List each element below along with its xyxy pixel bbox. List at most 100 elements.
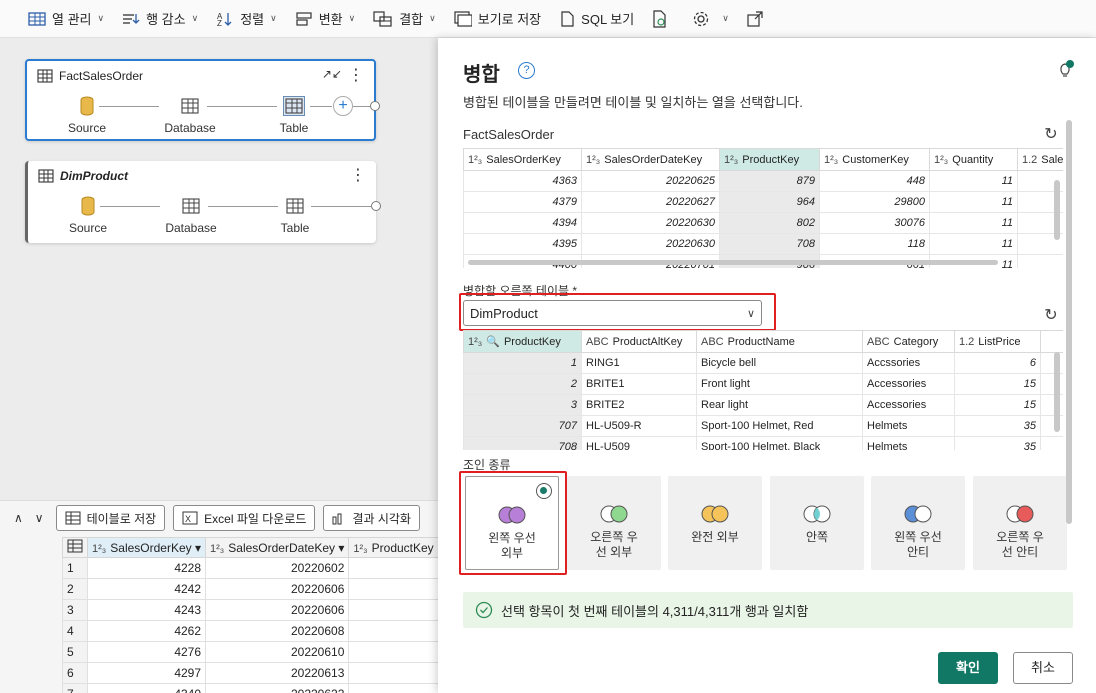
table-row[interactable]: 7434020220622 — [62, 683, 439, 693]
column-header[interactable]: ABC ProductAltKey — [581, 330, 697, 353]
query-card-dimproduct[interactable]: DimProduct ⋮ Source Database Table — [25, 161, 381, 243]
manage-columns-menu[interactable]: 열 관리 ∨ — [22, 4, 110, 34]
select-all-cell[interactable] — [62, 537, 88, 558]
transform-icon — [296, 11, 312, 26]
table-icon — [182, 198, 200, 214]
popout-icon — [747, 10, 763, 27]
right-table-scrollbar[interactable] — [1054, 352, 1060, 432]
svg-text:Z: Z — [217, 19, 222, 27]
refresh-icon[interactable]: ↻ — [1042, 307, 1060, 325]
step-source[interactable]: Source — [53, 195, 123, 235]
settings-menu[interactable]: ∨ — [686, 4, 735, 34]
sql-view-button[interactable]: SQL 보기 — [553, 4, 640, 34]
right-table-preview[interactable]: 1²₃ 🔍 ProductKey ABC ProductAltKey ABC Produ… — [463, 330, 1063, 450]
query-card-factsalesorder[interactable]: FactSalesOrder ↗↙ ⋮ Source Database Tabl… — [25, 59, 380, 141]
chevron-down-icon: ∨ — [348, 13, 356, 23]
results-toolbar: ∧ ∨ 테이블로 저장 X Excel 파일 다운로드 결과 시각화 — [0, 501, 438, 535]
table-icon — [28, 11, 46, 26]
query-name: FactSalesOrder — [59, 69, 144, 83]
chevron-down-icon: ∨ — [722, 13, 729, 23]
table-icon — [67, 539, 83, 553]
chevron-down-icon[interactable]: ∨ — [35, 511, 44, 525]
table-row[interactable]: 2 4242 20220606 — [62, 578, 439, 600]
sort-icon: AZ — [217, 12, 232, 27]
results-panel: ∧ ∨ 테이블로 저장 X Excel 파일 다운로드 결과 시각화 1²₃ Sa… — [0, 500, 439, 693]
combine-menu[interactable]: 결합 ∨ — [367, 4, 442, 34]
table-row[interactable]: 6 4297 20220613 — [62, 662, 439, 684]
collapse-icon[interactable]: ↗↙ — [322, 67, 342, 81]
table-row: 4395 20220630 708 118 11 — [463, 233, 1063, 255]
join-full-outer[interactable]: 완전 외부 — [668, 476, 762, 570]
step-source[interactable]: Source — [52, 95, 122, 135]
lightbulb-icon[interactable] — [1056, 60, 1076, 83]
step-connector — [310, 106, 332, 107]
more-options-icon[interactable]: ⋮ — [350, 165, 366, 185]
refresh-icon[interactable]: ↻ — [1042, 126, 1060, 144]
right-table-grid: 1²₃ 🔍 ProductKey ABC ProductAltKey ABC Produ… — [463, 330, 1063, 450]
column-header[interactable]: 1²₃ SalesOrderDateKey — [581, 148, 720, 171]
column-header[interactable]: ABC Category — [862, 330, 955, 353]
refresh-file-button[interactable] — [646, 4, 680, 34]
step-table[interactable]: Table — [259, 95, 329, 135]
transform-menu[interactable]: 변환 ∨ — [289, 4, 362, 34]
table-row[interactable]: 3 4243 20220606 — [62, 599, 439, 621]
sort-menu[interactable]: AZ 정렬 ∨ — [210, 4, 283, 34]
chart-icon — [332, 513, 342, 525]
venn-right-anti-icon — [1006, 505, 1034, 523]
table-row: 4363 20220625 879 448 11 — [463, 170, 1063, 192]
left-table-preview[interactable]: 1²₃ SalesOrderKey 1²₃ SalesOrderDateKey 1²… — [463, 148, 1063, 268]
column-header[interactable]: 1.2 ListPrice — [954, 330, 1041, 353]
left-table-hscrollbar[interactable] — [468, 260, 998, 265]
table-row[interactable]: 1 4228 20220602 — [62, 557, 439, 579]
column-header[interactable]: 1²₃ CustomerKey — [819, 148, 930, 171]
dropdown-icon[interactable]: ▾ — [195, 541, 201, 555]
column-header[interactable]: 1²₃ SalesOrderKey ▾ — [86, 537, 207, 558]
column-header-selected[interactable]: 1²₃ 🔍 ProductKey — [463, 330, 582, 353]
column-header-selected[interactable]: 1²₃ ProductKey — [719, 148, 820, 171]
reduce-rows-icon — [123, 13, 140, 24]
column-header[interactable]: ABC ProductName — [696, 330, 863, 353]
add-step-button[interactable]: + — [333, 96, 353, 116]
column-header[interactable]: 1²₃ SalesOrderKey — [463, 148, 582, 171]
diagram-canvas[interactable]: FactSalesOrder ↗↙ ⋮ Source Database Tabl… — [0, 38, 438, 500]
table-icon — [65, 511, 81, 525]
step-database[interactable]: Database — [156, 195, 226, 235]
save-as-view-button[interactable]: 보기로 저장 — [448, 4, 547, 34]
save-as-table-button[interactable]: 테이블로 저장 — [55, 505, 166, 531]
download-excel-button[interactable]: X Excel 파일 다운로드 — [173, 505, 316, 531]
popout-button[interactable] — [741, 4, 775, 34]
venn-inner-icon — [803, 505, 831, 523]
dialog-scrollbar[interactable] — [1066, 120, 1072, 524]
join-right-anti[interactable]: 오른쪽 우선 안티 — [973, 476, 1067, 570]
table-row[interactable]: 5 4276 20220610 — [62, 641, 439, 663]
more-options-icon[interactable]: ⋮ — [348, 65, 364, 85]
column-header[interactable]: 1.2Sales — [1017, 148, 1063, 171]
table-row[interactable]: 4 4262 20220608 — [62, 620, 439, 642]
join-left-anti[interactable]: 왼쪽 우선 안티 — [871, 476, 965, 570]
table-icon — [286, 198, 304, 214]
table-icon — [283, 96, 305, 116]
visualize-results-button[interactable]: 결과 시각화 — [323, 505, 420, 531]
help-icon[interactable]: ? — [518, 62, 535, 79]
ok-button[interactable]: 확인 — [938, 652, 998, 684]
join-inner[interactable]: 안쪽 — [770, 476, 864, 570]
dropdown-icon[interactable]: ▾ — [338, 541, 344, 555]
column-header[interactable]: 1²₃ ProductKey — [348, 537, 439, 558]
output-port[interactable] — [370, 101, 380, 111]
cancel-button[interactable]: 취소 — [1013, 652, 1073, 684]
dialog-title: 병합 — [463, 64, 500, 86]
venn-left-anti-icon — [904, 505, 932, 523]
step-database[interactable]: Database — [155, 95, 225, 135]
chevron-up-icon[interactable]: ∧ — [14, 511, 23, 525]
step-table[interactable]: Table — [260, 195, 330, 235]
table-icon — [181, 98, 199, 114]
column-header[interactable]: 1²₃ SalesOrderDateKey ▾ — [205, 537, 350, 558]
highlight-box — [459, 293, 776, 331]
join-right-outer[interactable]: 오른쪽 우선 외부 — [567, 476, 661, 570]
reduce-rows-menu[interactable]: 행 감소 ∨ — [116, 4, 204, 34]
left-table-scrollbar[interactable] — [1054, 180, 1060, 240]
chevron-down-icon: ∨ — [191, 13, 199, 23]
output-port[interactable] — [371, 201, 381, 211]
column-header[interactable]: 1²₃ Quantity — [929, 148, 1018, 171]
results-grid[interactable]: 1²₃ SalesOrderKey ▾ 1²₃ SalesOrderDateKey … — [62, 537, 439, 693]
